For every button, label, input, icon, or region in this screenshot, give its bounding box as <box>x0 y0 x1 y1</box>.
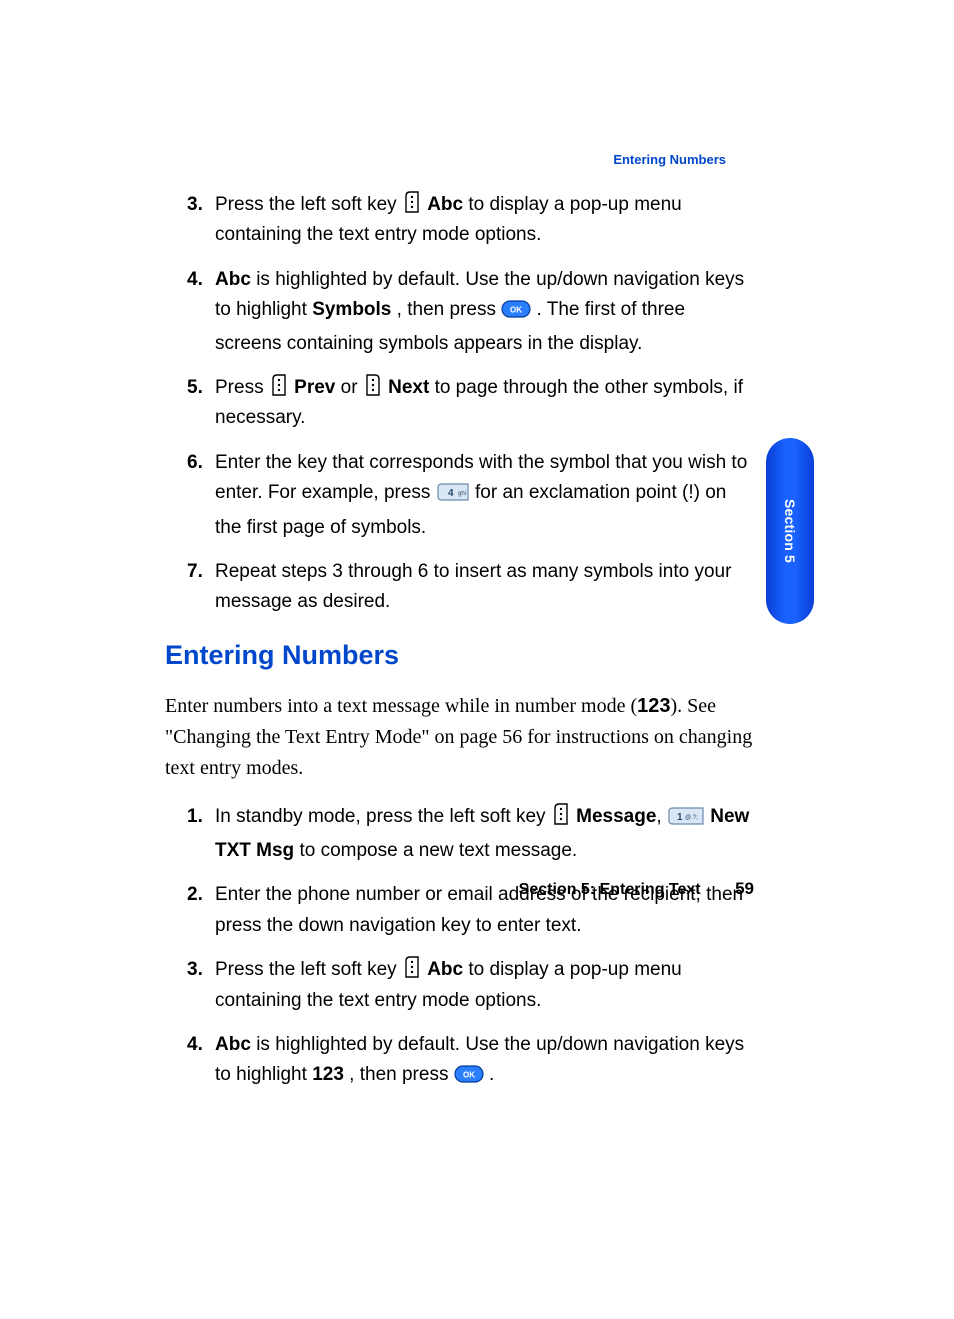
steps-list-b: 1. In standby mode, press the left soft … <box>165 802 754 1094</box>
text: Repeat steps 3 through 6 to insert as ma… <box>215 561 731 612</box>
right-softkey-icon <box>363 373 383 397</box>
svg-text:OK: OK <box>510 306 522 315</box>
text: , <box>656 806 667 827</box>
intro-paragraph: Enter numbers into a text message while … <box>165 691 754 784</box>
list-item: 6. Enter the key that corresponds with t… <box>215 448 754 543</box>
left-softkey-icon <box>402 190 422 214</box>
footer-label: Section 5: Entering Text <box>519 881 701 898</box>
section-tab-label: Section 5 <box>782 499 798 563</box>
step-number: 5. <box>187 373 203 403</box>
bold-text: Abc <box>427 959 463 980</box>
bold-text: Abc <box>215 1034 251 1055</box>
bold-text: Abc <box>215 269 251 290</box>
page-content: 3. Press the left soft key Abc to displa… <box>165 190 754 1094</box>
list-item: 7. Repeat steps 3 through 6 to insert as… <box>215 557 754 618</box>
svg-text:OK: OK <box>463 1071 475 1080</box>
step-number: 3. <box>187 190 203 220</box>
text: or <box>341 377 363 398</box>
bold-text: Prev <box>294 377 335 398</box>
ok-button-icon: OK <box>501 298 531 328</box>
list-item: 5. Press Prev or Next to page through th… <box>215 373 754 434</box>
left-softkey-icon <box>402 955 422 979</box>
list-item: 4. Abc is highlighted by default. Use th… <box>215 265 754 359</box>
text: Press <box>215 377 269 398</box>
text: In standby mode, press the left soft key <box>215 806 551 827</box>
list-item: 1. In standby mode, press the left soft … <box>215 802 754 867</box>
svg-text:1: 1 <box>677 812 683 823</box>
text: , then press <box>349 1064 454 1085</box>
list-item: 4. Abc is highlighted by default. Use th… <box>215 1030 754 1094</box>
ok-button-icon: OK <box>454 1063 484 1093</box>
step-number: 3. <box>187 955 203 985</box>
svg-text:ghi: ghi <box>458 491 466 497</box>
list-item: 3. Press the left soft key Abc to displa… <box>215 955 754 1016</box>
steps-list-a: 3. Press the left soft key Abc to displa… <box>165 190 754 618</box>
svg-text:@.?;: @.?; <box>685 815 698 821</box>
step-number: 1. <box>187 802 203 832</box>
bold-text: Abc <box>427 194 463 215</box>
bold-text: 123 <box>312 1064 344 1085</box>
key-4-icon: 4 ghi <box>436 482 470 512</box>
step-number: 4. <box>187 265 203 295</box>
bold-text: 123 <box>637 695 670 717</box>
bold-text: Symbols <box>312 299 391 320</box>
left-softkey-icon <box>551 802 571 826</box>
text: Press the left soft key <box>215 194 402 215</box>
section-heading: Entering Numbers <box>165 640 754 671</box>
step-number: 4. <box>187 1030 203 1060</box>
step-number: 7. <box>187 557 203 587</box>
text: Press the left soft key <box>215 959 402 980</box>
page-footer: Section 5: Entering Text 59 <box>0 879 754 899</box>
text: . <box>489 1064 494 1085</box>
page-number: 59 <box>735 879 754 899</box>
list-item: 3. Press the left soft key Abc to displa… <box>215 190 754 251</box>
text: , then press <box>397 299 502 320</box>
text: to compose a new text message. <box>299 840 577 861</box>
bold-text: Message <box>576 806 656 827</box>
svg-text:4: 4 <box>448 488 454 499</box>
left-softkey-icon <box>269 373 289 397</box>
section-tab: Section 5 <box>766 438 814 624</box>
bold-text: Next <box>388 377 429 398</box>
running-header: Entering Numbers <box>613 152 726 167</box>
page-container: Entering Numbers 3. Press the left soft … <box>0 0 954 1094</box>
text: Enter numbers into a text message while … <box>165 695 637 717</box>
key-1-icon: 1@.?; <box>667 806 705 836</box>
step-number: 6. <box>187 448 203 478</box>
